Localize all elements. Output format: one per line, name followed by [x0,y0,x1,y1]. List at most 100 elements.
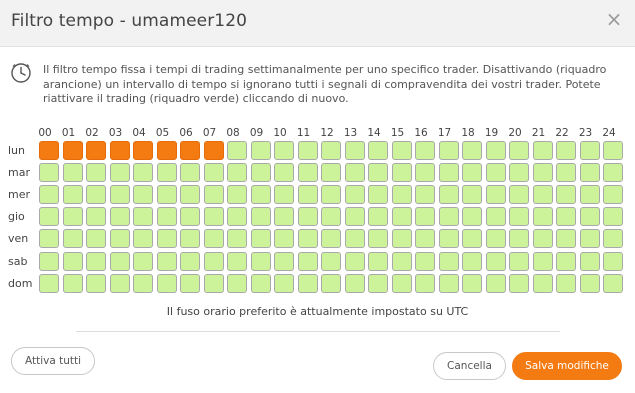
time-slot-cell[interactable] [39,185,59,205]
time-slot-cell[interactable] [321,251,341,271]
time-slot-cell[interactable] [391,251,412,271]
time-slot-cell[interactable] [556,207,576,227]
time-slot-cell[interactable] [321,229,341,249]
time-slot-cell[interactable] [180,141,200,160]
time-slot-cell[interactable] [509,229,529,249]
time-slot-cell[interactable] [368,141,388,160]
time-slot-cell[interactable] [438,273,459,293]
time-slot-cell[interactable] [133,229,153,249]
time-slot-cell[interactable] [509,251,529,271]
time-slot-cell[interactable] [509,185,529,205]
time-slot-cell[interactable] [62,141,83,160]
time-slot-cell[interactable] [297,207,318,227]
time-slot-cell[interactable] [250,273,271,293]
time-slot-cell[interactable] [156,207,177,227]
time-slot-cell[interactable] [156,251,177,271]
time-slot-cell[interactable] [391,229,412,249]
time-slot-cell[interactable] [556,251,576,271]
time-slot-cell[interactable] [556,229,576,249]
time-slot-cell[interactable] [180,185,200,205]
time-slot-cell[interactable] [603,251,623,271]
time-slot-cell[interactable] [368,273,388,293]
time-slot-cell[interactable] [415,141,435,160]
time-slot-cell[interactable] [344,273,365,293]
time-slot-cell[interactable] [579,141,600,160]
time-slot-cell[interactable] [509,163,529,183]
time-slot-cell[interactable] [156,273,177,293]
time-slot-cell[interactable] [227,207,247,227]
time-slot-cell[interactable] [180,229,200,249]
time-slot-cell[interactable] [391,185,412,205]
time-slot-cell[interactable] [250,251,271,271]
time-slot-cell[interactable] [462,229,482,249]
time-slot-cell[interactable] [368,163,388,183]
time-slot-cell[interactable] [274,251,294,271]
time-slot-cell[interactable] [391,163,412,183]
time-slot-cell[interactable] [391,141,412,160]
cancel-button[interactable]: Cancella [433,352,506,380]
time-slot-cell[interactable] [39,251,59,271]
time-slot-cell[interactable] [180,163,200,183]
time-slot-cell[interactable] [109,185,130,205]
time-slot-cell[interactable] [556,185,576,205]
time-slot-cell[interactable] [62,185,83,205]
time-slot-cell[interactable] [109,273,130,293]
time-slot-cell[interactable] [297,141,318,160]
time-slot-cell[interactable] [321,207,341,227]
time-slot-cell[interactable] [532,207,553,227]
time-slot-cell[interactable] [156,141,177,160]
time-slot-cell[interactable] [227,229,247,249]
time-slot-cell[interactable] [109,251,130,271]
time-slot-cell[interactable] [509,141,529,160]
time-slot-cell[interactable] [109,141,130,160]
time-slot-cell[interactable] [485,251,506,271]
time-slot-cell[interactable] [485,185,506,205]
time-slot-cell[interactable] [321,185,341,205]
time-slot-cell[interactable] [485,273,506,293]
time-slot-cell[interactable] [603,273,623,293]
time-slot-cell[interactable] [274,163,294,183]
time-slot-cell[interactable] [603,163,623,183]
time-slot-cell[interactable] [156,185,177,205]
time-slot-cell[interactable] [532,273,553,293]
time-slot-cell[interactable] [415,273,435,293]
time-slot-cell[interactable] [203,251,224,271]
time-slot-cell[interactable] [344,141,365,160]
time-slot-cell[interactable] [485,207,506,227]
time-slot-cell[interactable] [274,185,294,205]
time-slot-cell[interactable] [203,163,224,183]
time-slot-cell[interactable] [344,185,365,205]
time-slot-cell[interactable] [603,207,623,227]
time-slot-cell[interactable] [86,229,106,249]
time-slot-cell[interactable] [438,229,459,249]
time-slot-cell[interactable] [274,273,294,293]
time-slot-cell[interactable] [344,207,365,227]
time-slot-cell[interactable] [180,207,200,227]
time-slot-cell[interactable] [227,163,247,183]
time-slot-cell[interactable] [579,229,600,249]
time-slot-cell[interactable] [203,229,224,249]
time-slot-cell[interactable] [203,185,224,205]
time-slot-cell[interactable] [344,251,365,271]
time-slot-cell[interactable] [297,273,318,293]
time-slot-cell[interactable] [250,207,271,227]
time-slot-cell[interactable] [462,207,482,227]
time-slot-cell[interactable] [203,207,224,227]
time-slot-cell[interactable] [415,185,435,205]
time-slot-cell[interactable] [133,251,153,271]
time-slot-cell[interactable] [438,207,459,227]
time-slot-cell[interactable] [556,163,576,183]
time-slot-cell[interactable] [415,207,435,227]
time-slot-cell[interactable] [368,251,388,271]
time-slot-cell[interactable] [368,185,388,205]
time-slot-cell[interactable] [485,141,506,160]
time-slot-cell[interactable] [485,229,506,249]
time-slot-cell[interactable] [250,229,271,249]
close-icon[interactable]: × [603,8,625,30]
time-slot-cell[interactable] [391,273,412,293]
time-slot-cell[interactable] [438,163,459,183]
time-slot-cell[interactable] [227,141,247,160]
time-slot-cell[interactable] [415,251,435,271]
time-slot-cell[interactable] [297,251,318,271]
time-slot-cell[interactable] [86,251,106,271]
